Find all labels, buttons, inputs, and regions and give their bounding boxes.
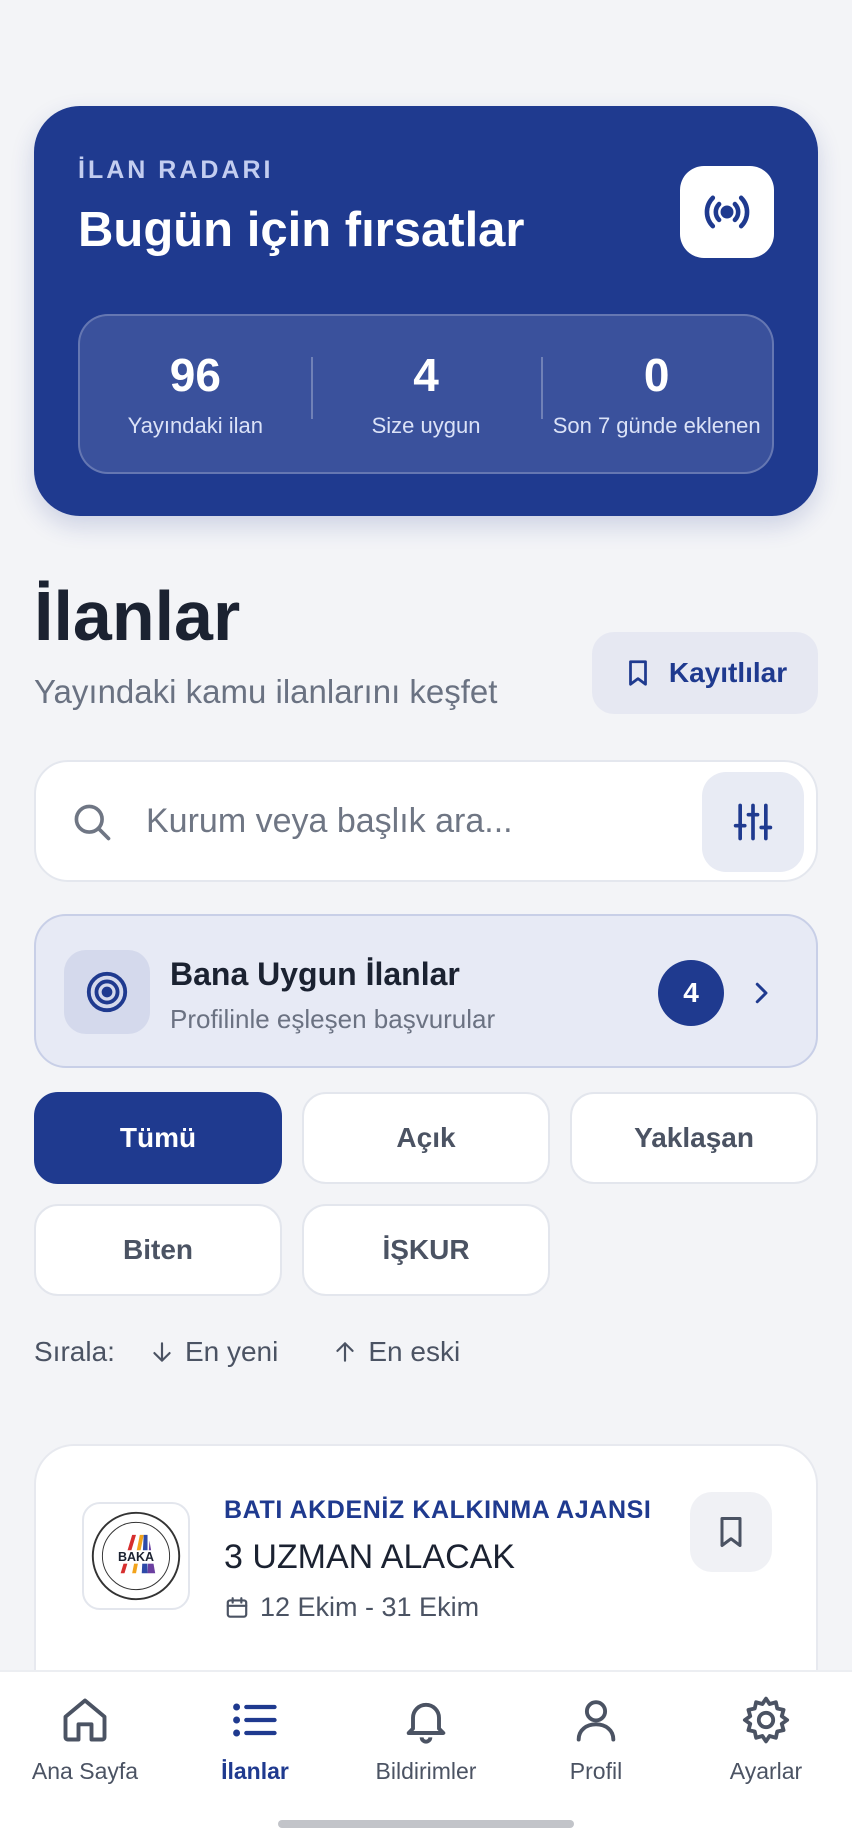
filter-chip-ended[interactable]: Biten — [34, 1204, 282, 1296]
search-bar: Kurum veya başlık ara... — [34, 760, 818, 882]
listing-date-range: 12 Ekim - 31 Ekim — [260, 1592, 480, 1622]
stat-recent: 0 Son 7 günde eklenen — [541, 349, 772, 439]
hero-title: Bugün için fırsatlar — [78, 203, 525, 257]
bookmark-listing-button[interactable] — [690, 1492, 772, 1572]
organization-logo: BAKA — [82, 1502, 190, 1610]
target-icon-box — [64, 950, 150, 1034]
filter-chip-open[interactable]: Açık — [302, 1092, 550, 1184]
radar-hero-card: İLAN RADARI Bugün için fırsatlar 96 Yayı… — [34, 106, 818, 516]
broadcast-radar-icon — [704, 195, 750, 229]
sort-label: Sırala: — [34, 1336, 115, 1367]
target-icon — [86, 971, 128, 1013]
nav-label: Ayarlar — [729, 1758, 803, 1784]
page-title: İlanlar — [34, 577, 241, 655]
hero-eyebrow: İLAN RADARI — [78, 156, 274, 184]
stats-panel: 96 Yayındaki ilan 4 Size uygun 0 Son 7 g… — [78, 314, 774, 474]
search-icon — [74, 804, 111, 841]
filter-settings-button[interactable] — [702, 772, 804, 872]
nav-item-notifications[interactable]: Bildirimler — [341, 1690, 511, 1785]
stat-value: 96 — [169, 349, 221, 401]
suitable-listings-card[interactable]: Bana Uygun İlanlar Profilinle eşleşen ba… — [34, 914, 818, 1068]
sort-oldest-label: En eski — [368, 1336, 461, 1367]
listing-card[interactable]: BAKA BATI AKDENİZ KALKINMA AJANSI 3 UZMA… — [34, 1444, 818, 1704]
filter-chip-iskur[interactable]: İŞKUR — [302, 1204, 550, 1296]
suitable-listings-subtitle: Profilinle eşleşen başvurular — [170, 1004, 496, 1034]
listing-title: 3 UZMAN ALACAK — [224, 1538, 515, 1576]
suitable-listings-title: Bana Uygun İlanlar — [170, 956, 460, 992]
stat-label: Yayındaki ilan — [127, 413, 263, 438]
nav-item-listings[interactable]: İlanlar — [170, 1690, 340, 1785]
nav-item-settings[interactable]: Ayarlar — [681, 1690, 851, 1785]
stat-label: Size uygun — [371, 413, 481, 438]
page-subtitle: Yayındaki kamu ilanlarını keşfet — [34, 673, 498, 710]
chevron-right-icon — [755, 982, 768, 1004]
search-input[interactable]: Kurum veya başlık ara... — [146, 802, 513, 841]
bell-icon — [406, 1702, 446, 1744]
gear-icon — [742, 1696, 790, 1744]
filter-chip-upcoming[interactable]: Yaklaşan — [570, 1092, 818, 1184]
home-indicator — [278, 1820, 574, 1828]
nav-label: Ana Sayfa — [31, 1758, 139, 1784]
sort-row: Sırala: En yeni En eski — [34, 1336, 514, 1368]
sort-newest-button[interactable]: En yeni — [149, 1336, 278, 1368]
arrow-down-icon — [153, 1342, 171, 1362]
stat-suitable: 4 Size uygun — [310, 349, 542, 439]
stat-live-listings: 96 Yayındaki ilan — [80, 349, 311, 439]
nav-item-home[interactable]: Ana Sayfa — [0, 1690, 170, 1785]
listing-organization: BATI AKDENİZ KALKINMA AJANSI — [224, 1496, 652, 1524]
bottom-navigation: Ana Sayfa İlanlar Bildirimler Profil Aya… — [0, 1670, 852, 1846]
listing-dates: 12 Ekim - 31 Ekim — [224, 1592, 479, 1623]
saved-listings-button[interactable]: Kayıtlılar — [592, 632, 818, 714]
user-icon — [576, 1700, 616, 1742]
sliders-icon — [733, 803, 773, 841]
arrow-up-icon — [336, 1342, 355, 1362]
stat-value: 4 — [413, 349, 439, 401]
sort-oldest-button[interactable]: En eski — [332, 1336, 460, 1368]
nav-item-profile[interactable]: Profil — [511, 1690, 681, 1785]
stat-value: 0 — [643, 349, 670, 401]
home-icon — [63, 1698, 107, 1742]
baka-logo-icon: BAKA — [91, 1511, 181, 1601]
calendar-icon — [226, 1596, 248, 1618]
radar-button[interactable] — [680, 166, 774, 258]
logo-text: BAKA — [118, 1550, 154, 1564]
nav-label: Bildirimler — [375, 1758, 477, 1784]
bookmark-icon — [628, 660, 647, 686]
nav-label: İlanlar — [221, 1758, 289, 1784]
count-badge: 4 — [658, 960, 724, 1026]
stat-label: Son 7 günde eklenen — [552, 413, 761, 438]
list-icon — [233, 1703, 277, 1737]
sort-newest-label: En yeni — [184, 1336, 279, 1367]
saved-listings-label: Kayıtlılar — [668, 657, 788, 688]
nav-label: Profil — [569, 1758, 623, 1784]
filter-chip-all[interactable]: Tümü — [34, 1092, 282, 1184]
bookmark-icon — [720, 1517, 742, 1547]
